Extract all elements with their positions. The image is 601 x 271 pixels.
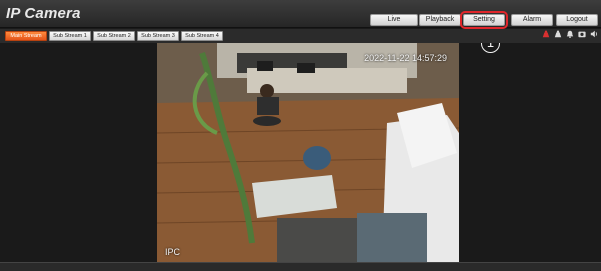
tab-main-stream[interactable]: Main Stream xyxy=(5,31,47,41)
toolbar-icons xyxy=(542,30,598,38)
nav-setting-button[interactable]: Setting xyxy=(460,11,508,29)
snapshot-icon[interactable] xyxy=(578,30,586,38)
status-bar xyxy=(0,262,601,271)
tab-sub-stream-1[interactable]: Sub Stream 1 xyxy=(49,31,91,41)
tab-sub-stream-3[interactable]: Sub Stream 3 xyxy=(137,31,179,41)
osd-channel-name: IPC xyxy=(165,247,181,257)
brand-logo: IP Camera xyxy=(6,5,81,22)
alarm-icon[interactable] xyxy=(554,30,562,38)
nav-playback-button[interactable]: Playback xyxy=(419,14,461,26)
live-video-view[interactable]: 2022-11-22 14:57:29 IPC xyxy=(157,43,459,262)
brand-label: IP Camera xyxy=(6,5,81,22)
nav-live-button[interactable]: Live xyxy=(370,14,418,26)
nav-logout-button[interactable]: Logout xyxy=(556,14,598,26)
nav-alarm-button[interactable]: Alarm xyxy=(511,14,553,26)
tab-sub-stream-4[interactable]: Sub Stream 4 xyxy=(181,31,223,41)
audio-icon[interactable] xyxy=(590,30,598,38)
record-icon[interactable] xyxy=(542,30,550,38)
camera-scene xyxy=(157,43,459,262)
tab-sub-stream-2[interactable]: Sub Stream 2 xyxy=(93,31,135,41)
bell-icon[interactable] xyxy=(566,30,574,38)
osd-timestamp: 2022-11-22 14:57:29 xyxy=(364,53,447,63)
